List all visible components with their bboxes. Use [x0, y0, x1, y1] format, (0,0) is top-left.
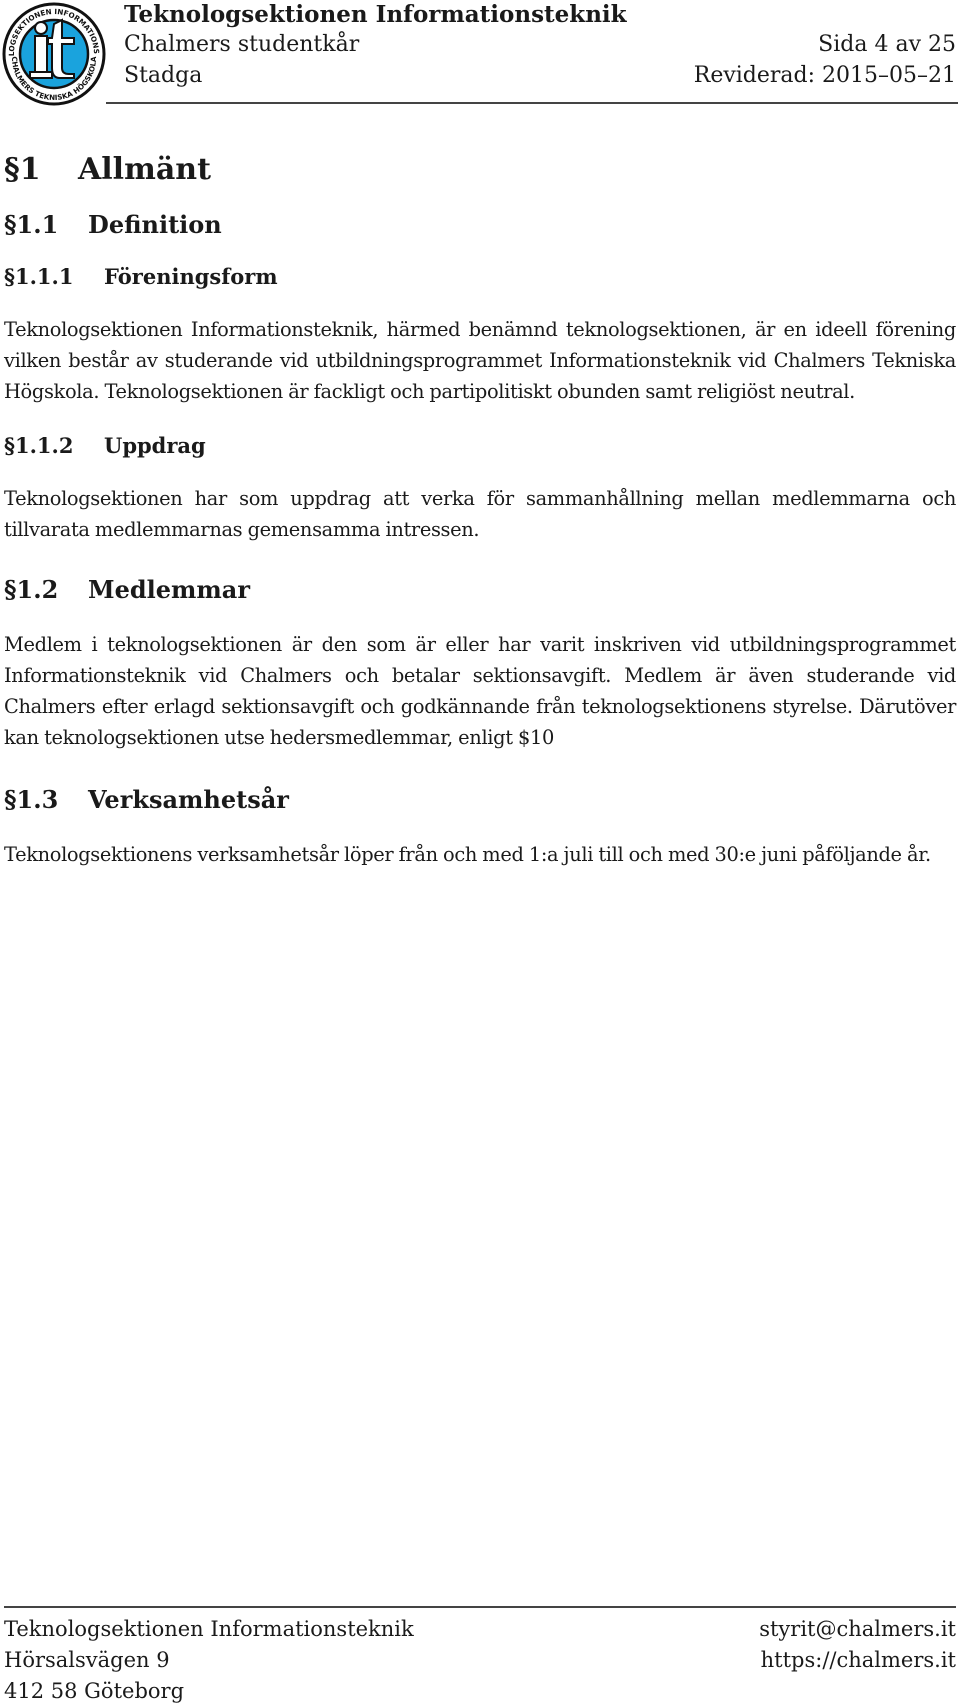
- section-logo: TEKNOLOGSEKTIONEN INFORMATIONSTEKNIK · C…: [0, 0, 106, 106]
- footer-email-link[interactable]: styrit@chalmers.it: [759, 1614, 956, 1645]
- section-number: §1.1.1: [4, 264, 74, 289]
- section-number: §1.1.2: [4, 433, 74, 458]
- document-body: §1 Allmänt §1.1 Definition §1.1.1 Förenings…: [4, 150, 956, 870]
- section-number: §1: [4, 152, 41, 187]
- section-number: §1.2: [4, 575, 59, 604]
- header-document-type: Stadga: [124, 63, 203, 88]
- paragraph-verksamhetsar: Teknologsektionens verksamhetsår löper f…: [4, 843, 931, 866]
- footer-street: Hörsalsvägen 9: [4, 1648, 170, 1672]
- section-heading-1-3: §1.3 Verksamhetsår: [4, 783, 956, 817]
- header-title: Teknologsektionen Informationsteknik: [124, 1, 627, 28]
- paragraph-medlemmar: Medlem i teknologsektionen är den som är…: [4, 633, 956, 749]
- section-title: Allmänt: [78, 152, 211, 187]
- header-revision-date: Reviderad: 2015–05–21: [693, 63, 956, 88]
- header-page-number: Sida 4 av 25: [818, 32, 956, 57]
- section-heading-1-1-1: §1.1.1 Föreningsform: [4, 262, 956, 292]
- section-number: §1.3: [4, 785, 59, 814]
- section-title: Uppdrag: [104, 433, 206, 458]
- section-title: Medlemmar: [88, 575, 250, 604]
- it-logo-icon: TEKNOLOGSEKTIONEN INFORMATIONSTEKNIK · C…: [0, 0, 106, 106]
- footer-city: 412 58 Göteborg: [4, 1679, 185, 1703]
- section-heading-1-1: §1.1 Definition: [4, 208, 956, 242]
- paragraph-uppdrag: Teknologsektionen har som uppdrag att ve…: [4, 487, 956, 541]
- paragraph-foreningsform: Teknologsektionen Informationsteknik, hä…: [4, 318, 956, 403]
- header-organization: Chalmers studentkår: [124, 32, 360, 57]
- section-title: Föreningsform: [104, 264, 278, 289]
- footer-divider: [4, 1606, 956, 1608]
- section-heading-1-2: §1.2 Medlemmar: [4, 573, 956, 607]
- section-title: Verksamhetsår: [88, 785, 289, 814]
- section-heading-1: §1 Allmänt: [4, 150, 956, 190]
- section-title: Definition: [88, 210, 222, 239]
- footer-org-name: Teknologsektionen Informationsteknik: [4, 1617, 414, 1641]
- header-divider: [106, 102, 958, 104]
- footer-website-link[interactable]: https://chalmers.it: [761, 1645, 956, 1676]
- section-heading-1-1-2: §1.1.2 Uppdrag: [4, 431, 956, 461]
- section-number: §1.1: [4, 210, 59, 239]
